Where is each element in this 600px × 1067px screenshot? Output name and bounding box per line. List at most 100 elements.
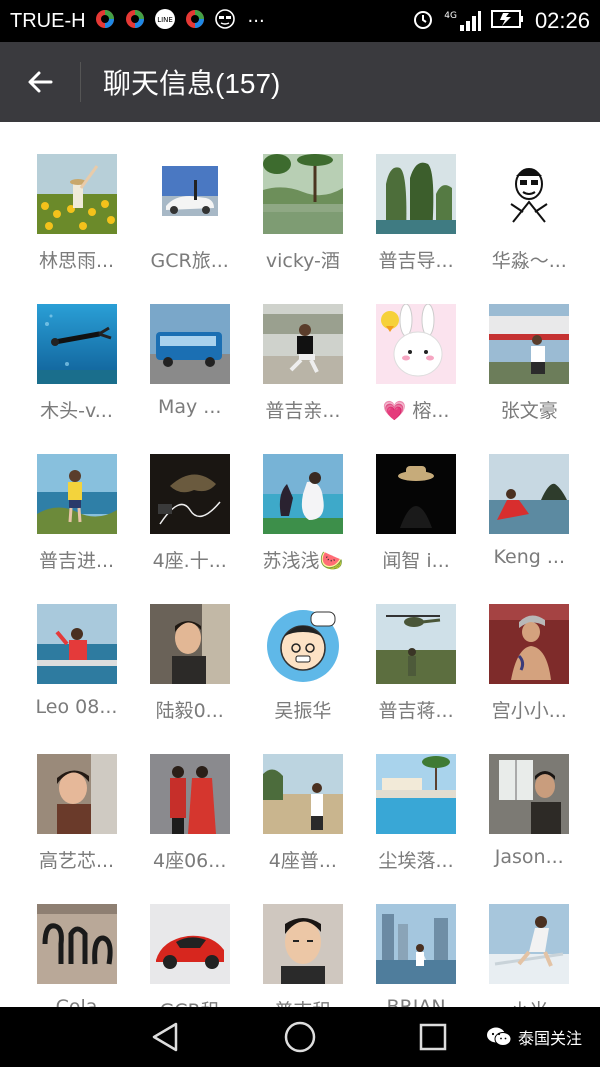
member-avatar[interactable] <box>489 904 570 984</box>
circle-home-icon <box>284 1021 316 1053</box>
member-avatar[interactable] <box>36 154 117 234</box>
member-avatar[interactable] <box>489 754 570 834</box>
member-item[interactable]: vicky-酒 <box>246 154 359 298</box>
member-avatar[interactable] <box>149 304 230 384</box>
member-item[interactable]: 林思雨... <box>20 154 133 298</box>
member-list-panel[interactable]: 林思雨... GCR旅... vicky-酒 普吉导... 华淼～... 木头-v... M… <box>0 122 600 1007</box>
member-item[interactable]: GCR旅... <box>133 154 246 298</box>
sunglasses-face-icon <box>214 8 236 34</box>
member-avatar[interactable] <box>36 604 117 684</box>
member-item[interactable]: May ... <box>133 304 246 448</box>
back-arrow-icon <box>28 71 53 93</box>
member-name: vicky-酒 <box>265 250 340 272</box>
member-avatar[interactable] <box>376 754 457 834</box>
wechat-logo-icon <box>486 1027 512 1046</box>
status-bar: TRUE-H LINE ··· 4G 02:26 <box>0 0 600 42</box>
nav-home-button[interactable] <box>280 1017 320 1057</box>
member-avatar[interactable] <box>36 904 117 984</box>
triangle-back-icon <box>152 1022 178 1052</box>
member-avatar[interactable] <box>262 904 343 984</box>
page-title: 聊天信息(157) <box>103 68 281 99</box>
member-grid: 林思雨... GCR旅... vicky-酒 普吉导... 华淼～... 木头-v... M… <box>20 154 586 1007</box>
member-name: 尘埃落... <box>378 850 454 872</box>
member-name: 普吉亲... <box>265 400 341 422</box>
member-avatar[interactable] <box>149 154 230 234</box>
member-item[interactable]: 吴振华 <box>246 604 359 748</box>
more-notifications-icon: ··· <box>247 10 265 32</box>
member-item[interactable]: 苏浅浅🍉 <box>246 454 359 598</box>
nav-back-button[interactable] <box>145 1017 185 1057</box>
member-name: GCR租 <box>140 996 240 1007</box>
member-item[interactable]: Leo 08... <box>20 604 133 748</box>
member-avatar[interactable] <box>262 304 343 384</box>
member-item[interactable]: 宫小小... <box>473 604 586 748</box>
carrier-label: TRUE-H <box>10 9 86 32</box>
member-item[interactable]: 4座.十... <box>133 454 246 598</box>
member-avatar[interactable] <box>36 304 117 384</box>
member-name: 华淼～... <box>491 250 567 272</box>
member-name: 木头-v... <box>40 400 113 422</box>
line-badge-text: LINE <box>157 16 173 24</box>
member-avatar[interactable] <box>489 304 570 384</box>
member-item[interactable]: 华淼～... <box>473 154 586 298</box>
member-name: 闻智 i... <box>382 550 450 572</box>
member-item[interactable]: 4座06... <box>133 754 246 898</box>
member-name: 普吉租 <box>253 996 353 1007</box>
member-item[interactable]: 闻智 i... <box>360 454 473 598</box>
member-name: 普吉蒋... <box>378 700 454 722</box>
member-avatar[interactable] <box>376 154 457 234</box>
member-item[interactable]: Cola <box>20 904 133 1007</box>
member-name: 小米 <box>479 996 579 1007</box>
watermark-text: 泰国关注 <box>517 1029 582 1048</box>
member-name: 陆毅0... <box>155 700 224 722</box>
member-item[interactable]: 普吉导... <box>360 154 473 298</box>
member-name: Keng ... <box>493 546 565 568</box>
member-avatar[interactable] <box>376 604 457 684</box>
member-item[interactable]: 张文豪 <box>473 304 586 448</box>
member-avatar[interactable] <box>489 604 570 684</box>
member-item[interactable]: 木头-v... <box>20 304 133 448</box>
member-avatar[interactable] <box>149 454 230 534</box>
member-item[interactable]: 普吉进... <box>20 454 133 598</box>
member-avatar[interactable] <box>376 454 457 534</box>
member-avatar[interactable] <box>149 904 230 984</box>
member-avatar[interactable] <box>36 754 117 834</box>
member-item[interactable]: 4座普... <box>246 754 359 898</box>
member-item[interactable]: 陆毅0... <box>133 604 246 748</box>
member-item[interactable]: BRIAN <box>360 904 473 1007</box>
member-avatar[interactable] <box>149 754 230 834</box>
member-item[interactable]: Keng ... <box>473 454 586 598</box>
member-item[interactable]: GCR租 <box>133 904 246 1007</box>
member-item[interactable]: 普吉蒋... <box>360 604 473 748</box>
battery-icon <box>490 9 525 33</box>
member-avatar[interactable] <box>262 154 343 234</box>
member-name: May ... <box>157 396 222 418</box>
navigation-bar: 泰国关注 <box>0 1007 600 1067</box>
member-item[interactable]: 高艺芯... <box>20 754 133 898</box>
member-item[interactable]: 普吉亲... <box>246 304 359 448</box>
member-avatar[interactable] <box>262 754 343 834</box>
member-avatar[interactable] <box>149 604 230 684</box>
member-name: Cola <box>55 996 98 1007</box>
member-avatar[interactable] <box>262 454 343 534</box>
member-name: 吴振华 <box>274 700 332 722</box>
member-item[interactable]: 尘埃落... <box>360 754 473 898</box>
member-item[interactable]: 💗 榕... <box>360 304 473 448</box>
back-button[interactable] <box>0 42 80 122</box>
member-avatar[interactable] <box>489 154 570 234</box>
member-avatar[interactable] <box>489 454 570 534</box>
member-item[interactable]: 小米 <box>473 904 586 1007</box>
member-name: 苏浅浅🍉 <box>262 550 344 572</box>
member-name: BRIAN <box>386 996 446 1007</box>
member-avatar[interactable] <box>376 904 457 984</box>
member-avatar[interactable] <box>262 604 343 684</box>
nav-recent-button[interactable] <box>413 1017 453 1057</box>
clock: 02:26 <box>534 8 590 33</box>
member-avatar[interactable] <box>376 304 457 384</box>
member-item[interactable]: 普吉租 <box>246 904 359 1007</box>
square-recent-icon <box>419 1023 447 1051</box>
network-type: 4G <box>444 11 457 21</box>
member-name: 4座.十... <box>152 550 227 572</box>
member-avatar[interactable] <box>36 454 117 534</box>
member-item[interactable]: Jason... <box>473 754 586 898</box>
